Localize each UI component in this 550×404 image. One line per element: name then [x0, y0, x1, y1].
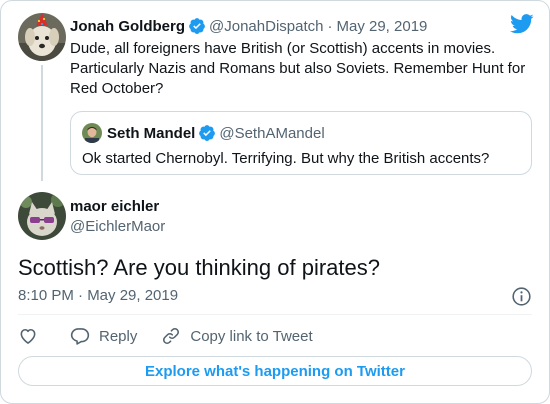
tweet-embed-card: Jonah Goldberg @JonahDispatch · May 29, …	[0, 0, 550, 404]
info-icon[interactable]	[511, 286, 532, 307]
quoted-tweet-text: Ok started Chernobyl. Terrifying. But wh…	[82, 150, 490, 167]
person-avatar-image	[82, 123, 102, 143]
main-tweet-avatar[interactable]	[18, 192, 66, 240]
header-separator: ·	[327, 17, 333, 35]
parent-tweet-avatar[interactable]	[18, 13, 66, 61]
tweet-action-bar: Reply Copy link to Tweet	[18, 325, 313, 347]
reply-bubble-icon	[70, 328, 90, 345]
quoted-author-name: Seth Mandel	[107, 124, 196, 142]
explore-twitter-button[interactable]: Explore what's happening on Twitter	[18, 356, 532, 386]
copy-link-button[interactable]: Copy link to Tweet	[161, 326, 313, 346]
link-icon	[163, 328, 180, 344]
quoted-tweet[interactable]: Seth Mandel @SethAMandel Ok started Cher…	[70, 111, 532, 175]
parent-tweet-date[interactable]: May 29, 2019	[336, 18, 427, 35]
twitter-bird-icon[interactable]	[510, 14, 534, 34]
parent-tweet-text: Dude, all foreigners have British (or Sc…	[70, 40, 526, 97]
copy-link-label: Copy link to Tweet	[190, 327, 313, 345]
reply-button[interactable]: Reply	[70, 326, 137, 346]
quoted-author-handle: @SethAMandel	[219, 124, 325, 142]
parent-author-handle[interactable]: @JonahDispatch	[209, 18, 323, 35]
like-button[interactable]	[18, 326, 38, 346]
quoted-tweet-avatar	[82, 123, 102, 143]
parent-author-name[interactable]: Jonah Goldberg	[70, 18, 185, 35]
main-author-handle[interactable]: @EichlerMaor	[70, 218, 165, 235]
main-author-name[interactable]: maor eichler	[70, 198, 159, 215]
verified-badge-icon	[199, 125, 216, 141]
tweet-timestamp[interactable]: 8:10 PM · May 29, 2019	[18, 286, 178, 306]
dog-avatar-image	[18, 13, 66, 61]
thread-connector-line	[41, 65, 43, 181]
parent-tweet-header: Jonah Goldberg @JonahDispatch · May 29, …	[70, 16, 427, 36]
verified-badge-icon	[189, 18, 205, 34]
reply-label: Reply	[99, 327, 138, 345]
action-divider	[18, 314, 532, 315]
heart-icon	[20, 328, 36, 344]
cat-avatar-image	[18, 192, 66, 240]
main-tweet-text: Scottish? Are you thinking of pirates?	[18, 255, 380, 280]
quoted-tweet-header: Seth Mandel @SethAMandel	[107, 123, 325, 143]
